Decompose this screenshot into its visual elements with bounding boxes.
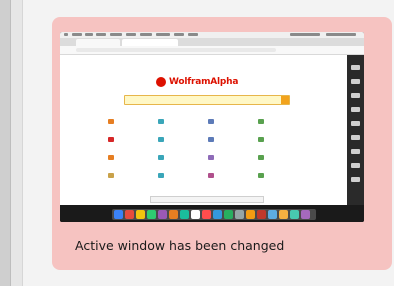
mac-dock	[60, 205, 364, 222]
desktop-right-sidebar	[347, 55, 364, 205]
dock-app-icon[interactable]	[257, 210, 266, 219]
card-caption: Active window has been changed	[75, 238, 285, 253]
category-icon[interactable]	[258, 173, 264, 178]
category-icon[interactable]	[108, 137, 114, 142]
menu-item	[188, 33, 198, 36]
left-page-strip	[0, 0, 11, 286]
category-icon[interactable]	[208, 173, 214, 178]
dock-app-icon[interactable]	[279, 210, 288, 219]
category-icon[interactable]	[158, 137, 164, 142]
browser-tab-active[interactable]	[122, 39, 178, 46]
dock-app-icon[interactable]	[136, 210, 145, 219]
category-icon[interactable]	[158, 173, 164, 178]
desktop-item-icon[interactable]	[351, 135, 360, 140]
category-icon[interactable]	[258, 137, 264, 142]
category-icon[interactable]	[258, 119, 264, 124]
url-field[interactable]	[76, 48, 276, 52]
dock-bar	[112, 209, 316, 220]
menu-item	[96, 33, 106, 36]
category-icon[interactable]	[158, 119, 164, 124]
search-button[interactable]	[281, 96, 289, 104]
wolfram-logo-icon	[156, 77, 166, 87]
logo-wordmark: WolframAlpha	[169, 77, 239, 87]
browser-tab[interactable]	[76, 39, 120, 46]
desktop-item-icon[interactable]	[351, 177, 360, 182]
menu-item	[156, 33, 170, 36]
desktop-item-icon[interactable]	[351, 149, 360, 154]
browser-address-bar	[60, 46, 364, 55]
apple-menu-icon	[64, 33, 68, 36]
desktop-item-icon[interactable]	[351, 93, 360, 98]
dock-app-icon[interactable]	[290, 210, 299, 219]
dock-app-icon[interactable]	[191, 210, 200, 219]
dock-app-icon[interactable]	[202, 210, 211, 219]
dock-app-icon[interactable]	[125, 210, 134, 219]
wolfram-alpha-logo: WolframAlpha	[156, 75, 238, 89]
dock-app-icon[interactable]	[301, 210, 310, 219]
dock-app-icon[interactable]	[213, 210, 222, 219]
dock-app-icon[interactable]	[114, 210, 123, 219]
dock-app-icon[interactable]	[147, 210, 156, 219]
category-icon[interactable]	[108, 173, 114, 178]
category-icon[interactable]	[108, 155, 114, 160]
search-input[interactable]	[124, 95, 290, 105]
category-icon[interactable]	[208, 155, 214, 160]
dock-app-icon[interactable]	[169, 210, 178, 219]
category-icon[interactable]	[108, 119, 114, 124]
dock-app-icon[interactable]	[224, 210, 233, 219]
desktop-screenshot: WolframAlpha	[60, 32, 364, 222]
dock-app-icon[interactable]	[180, 210, 189, 219]
dock-app-icon[interactable]	[268, 210, 277, 219]
dock-app-icon[interactable]	[158, 210, 167, 219]
category-icon[interactable]	[208, 119, 214, 124]
desktop-item-icon[interactable]	[351, 65, 360, 70]
desktop-item-icon[interactable]	[351, 121, 360, 126]
menu-item	[174, 33, 184, 36]
desktop-item-icon[interactable]	[351, 163, 360, 168]
desktop-item-icon[interactable]	[351, 107, 360, 112]
category-icon[interactable]	[158, 155, 164, 160]
wolfram-alpha-page: WolframAlpha	[60, 55, 347, 205]
dock-app-icon[interactable]	[235, 210, 244, 219]
menu-item	[72, 33, 82, 36]
menu-item	[110, 33, 122, 36]
category-icon[interactable]	[258, 155, 264, 160]
status-icons	[290, 33, 320, 36]
desktop-item-icon[interactable]	[351, 79, 360, 84]
menu-item	[140, 33, 152, 36]
menu-item	[85, 33, 93, 36]
clock	[326, 33, 356, 36]
category-icon[interactable]	[208, 137, 214, 142]
browser-tab-bar	[60, 38, 364, 46]
notification-toast	[150, 196, 264, 203]
menu-item	[126, 33, 136, 36]
dock-app-icon[interactable]	[246, 210, 255, 219]
